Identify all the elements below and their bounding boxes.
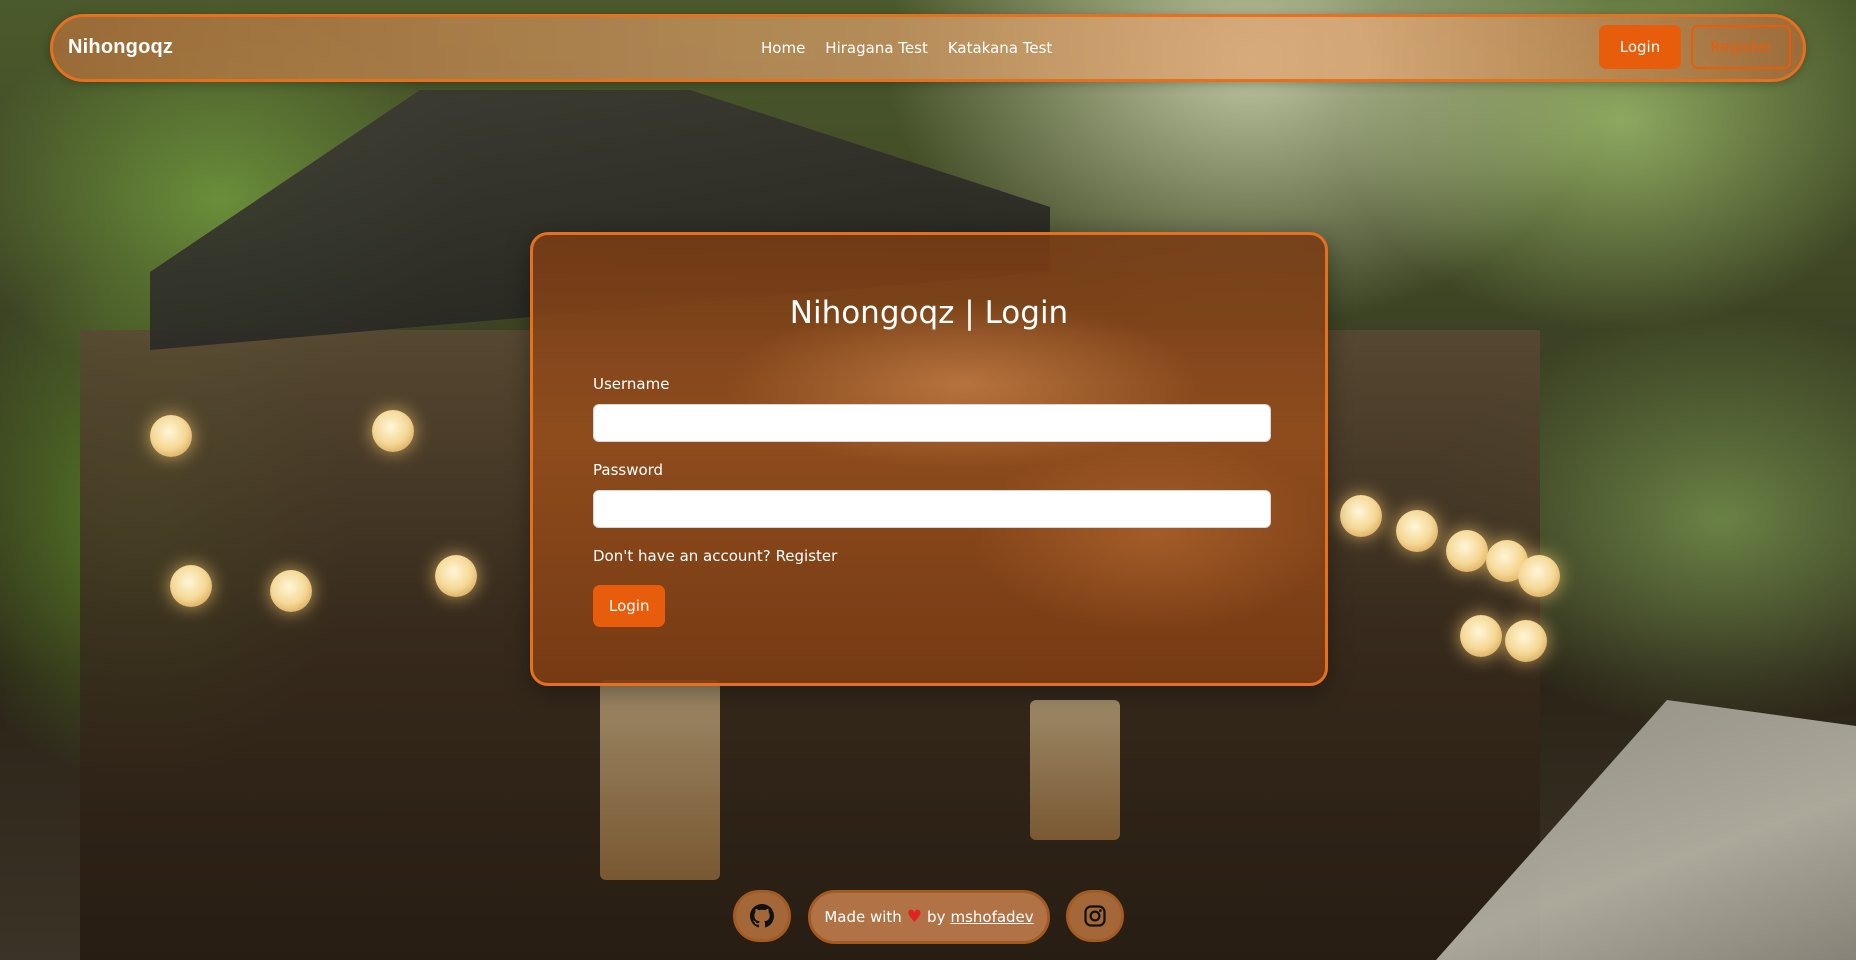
background-window [1030,700,1120,840]
instagram-icon [1084,905,1106,927]
nav-link-katakana-test[interactable]: Katakana Test [948,39,1052,57]
nav-actions: Login Register [1598,25,1791,69]
nav-links: Home Hiragana Test Katakana Test [761,39,1052,57]
background-lantern [150,415,192,457]
background-lantern [1518,555,1560,597]
background-lantern [1340,495,1382,537]
github-button[interactable] [733,890,791,942]
by-text: by [927,908,946,926]
password-label: Password [593,461,664,479]
nav-register-button[interactable]: Register [1691,25,1791,69]
login-title: Nihongoqz | Login [789,295,1069,331]
navbar: Nihongoqz Home Hiragana Test Katakana Te… [50,14,1806,82]
register-link[interactable]: Register [776,547,838,565]
password-input[interactable] [593,490,1271,528]
nav-link-hiragana-test[interactable]: Hiragana Test [825,39,928,57]
credits-pill: Made with ♥ by mshofadev [808,890,1050,944]
login-submit-button[interactable]: Login [593,585,666,627]
background-lantern [170,565,212,607]
brand-logo[interactable]: Nihongoqz [68,36,173,59]
nav-link-home[interactable]: Home [761,39,805,57]
background-lantern [1446,530,1488,572]
background-lantern [372,410,414,452]
background-window [600,680,720,880]
background-lantern [1505,620,1547,662]
register-prompt-text: Don't have an account? [593,547,771,565]
instagram-button[interactable] [1066,890,1124,942]
username-input[interactable] [593,404,1271,442]
nav-login-button[interactable]: Login [1598,25,1682,69]
background-lantern [1396,510,1438,552]
background-lantern [270,570,312,612]
username-label: Username [593,375,670,393]
login-card: Nihongoqz | Login Username Password Don'… [530,232,1328,686]
author-link[interactable]: mshofadev [950,908,1033,926]
made-with-text: Made with [824,908,902,926]
heart-icon: ♥ [906,907,923,927]
github-icon [750,904,774,928]
background-lantern [435,555,477,597]
register-prompt-line: Don't have an account? Register [593,547,837,565]
background-lantern [1460,615,1502,657]
